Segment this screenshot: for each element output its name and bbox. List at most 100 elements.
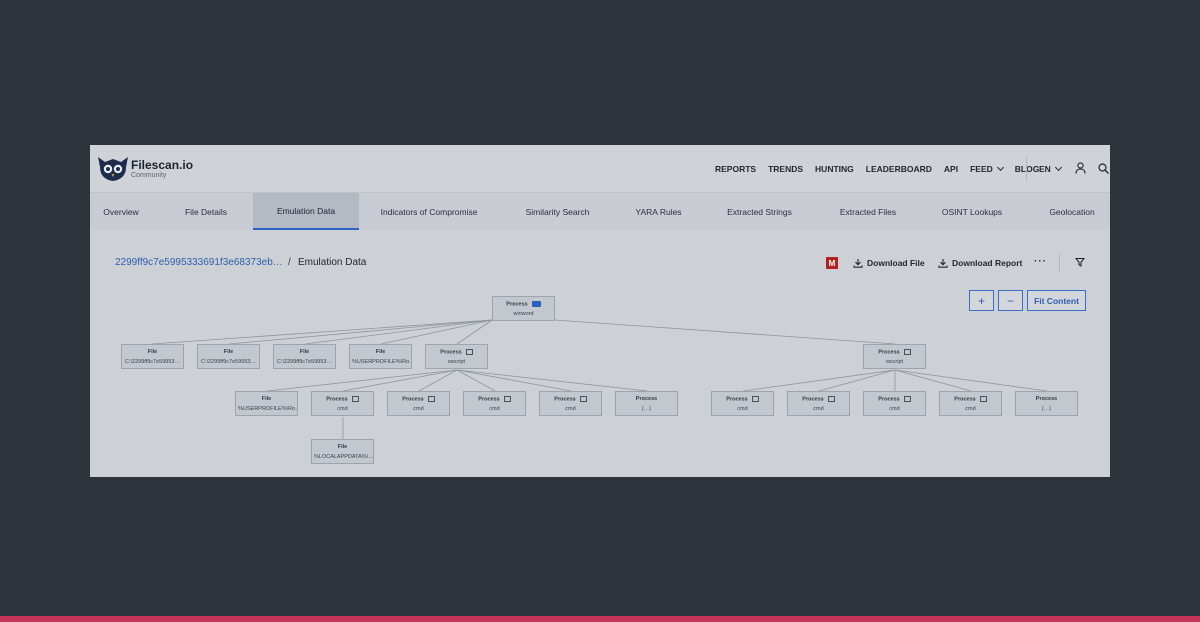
chevron-down-icon [1054, 163, 1062, 172]
tab-osint-lookups[interactable]: OSINT Lookups [938, 193, 1006, 230]
brand-name[interactable]: Filescan.io [131, 158, 193, 172]
download-file-button[interactable]: Download File [853, 258, 925, 268]
search-icon[interactable] [1098, 163, 1109, 174]
node-type: Process [712, 396, 773, 403]
node-label: cmd [737, 406, 748, 413]
node-type: Process [493, 301, 554, 308]
node-label: %LOCALAPPDATA%\… [314, 454, 373, 460]
app-window: Filescan.io Community REPORTS TRENDS HUN… [90, 145, 1110, 477]
filter-icon[interactable] [1075, 257, 1085, 267]
node-type: Process [1035, 396, 1058, 402]
graph-node-file[interactable]: File %USERPROFILE%\Ro… [349, 344, 412, 369]
graph-node-process[interactable]: Process wscript [425, 344, 488, 369]
graph-node-process[interactable]: Process wscript [863, 344, 926, 369]
brand-subtitle: Community [131, 172, 167, 179]
graph-node-process[interactable]: Process cmd [711, 391, 774, 416]
node-type: File [223, 349, 234, 355]
language-label: EN [1039, 164, 1051, 174]
node-type-label: Process [726, 396, 748, 403]
graph-node-file[interactable]: File %LOCALAPPDATA%\… [311, 439, 374, 464]
graph-node-process[interactable]: Process cmd [311, 391, 374, 416]
tab-file-details[interactable]: File Details [170, 193, 242, 230]
node-type: File [375, 349, 386, 355]
node-type: Process [312, 396, 373, 403]
node-type-label: Process [802, 396, 824, 403]
node-type-label: Process [554, 396, 576, 403]
tab-extracted-strings[interactable]: Extracted Strings [721, 193, 798, 230]
graph-node-process[interactable]: Process cmd [787, 391, 850, 416]
nav-item-feed[interactable]: FEED [970, 163, 1004, 174]
window-icon [427, 396, 435, 402]
node-type: File [261, 396, 272, 402]
graph-node-file[interactable]: File C:\2299ff9c7e59953… [121, 344, 184, 369]
more-options-button[interactable]: ··· [1034, 256, 1047, 267]
download-file-label: Download File [867, 258, 925, 268]
node-type: Process [426, 349, 487, 356]
graph-node-process[interactable]: Process cmd [939, 391, 1002, 416]
download-icon [938, 259, 948, 268]
window-icon [751, 396, 759, 402]
node-label: (…) [641, 406, 652, 412]
node-type-label: Process [402, 396, 424, 403]
graph-node-file[interactable]: File C:\2299ff9c7e59953… [273, 344, 336, 369]
nav-item-blog[interactable]: BLOG [1015, 164, 1040, 174]
node-type: Process [788, 396, 849, 403]
node-label: cmd [337, 406, 348, 413]
node-type: Process [540, 396, 601, 403]
breadcrumb-separator: / [288, 257, 291, 268]
window-icon [503, 396, 511, 402]
tab-emulation-data[interactable]: Emulation Data [253, 193, 359, 230]
breadcrumb-file-hash[interactable]: 2299ff9c7e5995333691f3e68373eb… [115, 257, 283, 268]
graph-node-process[interactable]: Process cmd [863, 391, 926, 416]
node-type: File [299, 349, 310, 355]
graph-node-file[interactable]: File C:\2299ff9c7e59953… [197, 344, 260, 369]
graph-node-process-collapsed[interactable]: Process (…) [1015, 391, 1078, 416]
graph-node-process[interactable]: Process cmd [539, 391, 602, 416]
node-label: winword [513, 311, 534, 318]
graph-node-process[interactable]: Process cmd [463, 391, 526, 416]
node-label: %USERPROFILE%\Ro… [238, 406, 297, 412]
node-label: cmd [813, 406, 824, 413]
node-label: cmd [413, 406, 424, 413]
zoom-in-button[interactable]: + [969, 290, 994, 311]
tab-geolocation[interactable]: Geolocation [1044, 193, 1100, 230]
download-report-label: Download Report [952, 258, 1023, 268]
zoom-out-button[interactable]: − [998, 290, 1023, 311]
tab-bar: Overview File Details Emulation Data Ind… [90, 193, 1110, 230]
node-label: cmd [889, 406, 900, 413]
nav-item-leaderboard[interactable]: LEADERBOARD [866, 164, 932, 174]
node-type: Process [864, 396, 925, 403]
download-report-button[interactable]: Download Report [938, 258, 1022, 268]
node-type: File [337, 444, 348, 450]
node-type: Process [464, 396, 525, 403]
language-selector[interactable]: EN [1039, 163, 1062, 174]
graph-node-root-process[interactable]: Process winword [492, 296, 555, 321]
nav-item-trends[interactable]: TRENDS [768, 164, 803, 174]
nav-item-api[interactable]: API [944, 164, 958, 174]
node-label: wscript [885, 359, 904, 366]
owl-logo-icon[interactable] [96, 153, 130, 183]
fit-content-button[interactable]: Fit Content [1027, 290, 1086, 311]
nav-item-reports[interactable]: REPORTS [715, 164, 756, 174]
node-label: (…) [1041, 406, 1052, 412]
graph-node-process[interactable]: Process cmd [387, 391, 450, 416]
chevron-down-icon [996, 163, 1004, 172]
node-type-label: Process [506, 301, 528, 308]
window-icon [579, 396, 587, 402]
nav-item-hunting[interactable]: HUNTING [815, 164, 854, 174]
nav-item-feed-label: FEED [970, 164, 993, 174]
node-type: Process [635, 396, 658, 402]
tab-extracted-files[interactable]: Extracted Files [834, 193, 902, 230]
graph-node-file[interactable]: File %USERPROFILE%\Ro… [235, 391, 298, 416]
node-label: cmd [965, 406, 976, 413]
breadcrumb-current: Emulation Data [298, 257, 367, 268]
window-icon [465, 349, 473, 355]
tab-overview[interactable]: Overview [90, 193, 152, 230]
tab-indicators-of-compromise[interactable]: Indicators of Compromise [373, 193, 485, 230]
graph-node-process-collapsed[interactable]: Process (…) [615, 391, 678, 416]
tab-yara-rules[interactable]: YARA Rules [628, 193, 689, 230]
user-icon[interactable] [1075, 162, 1086, 174]
top-navbar: Filescan.io Community REPORTS TRENDS HUN… [90, 145, 1110, 193]
node-label: C:\2299ff9c7e59953… [201, 359, 256, 365]
tab-similarity-search[interactable]: Similarity Search [518, 193, 597, 230]
